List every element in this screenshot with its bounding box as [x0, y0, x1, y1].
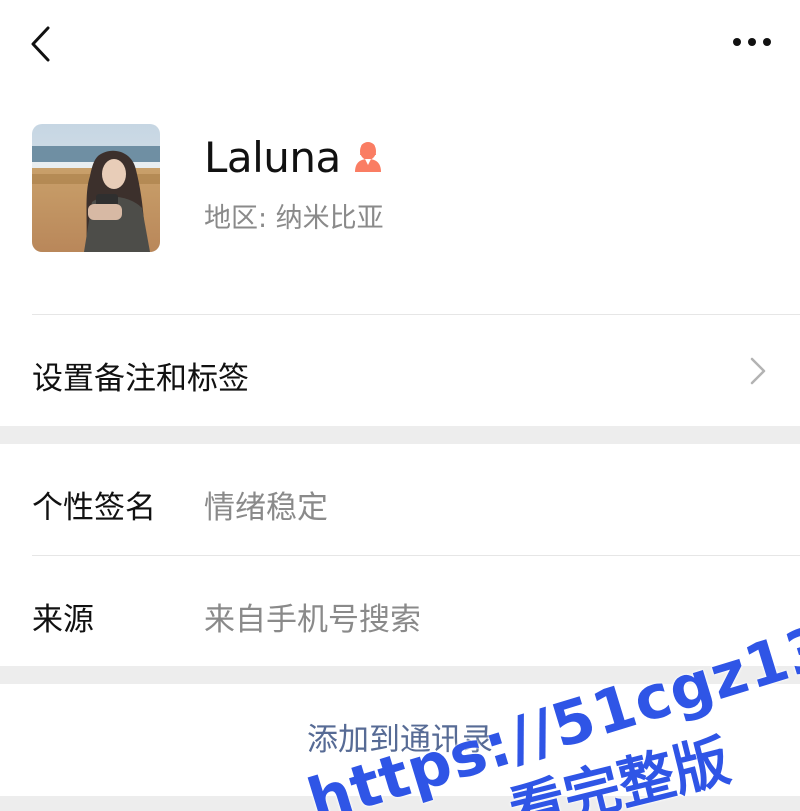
source-value: 来自手机号搜索 [204, 602, 421, 638]
section-gap [0, 426, 800, 444]
chevron-left-icon [31, 26, 50, 62]
region-text: 地区: 纳米比亚 [204, 203, 384, 234]
signature-row: 个性签名 情绪稳定 [0, 444, 800, 555]
remark-tags-label: 设置备注和标签 [32, 361, 249, 397]
add-to-contacts-button[interactable]: 添加到通讯录 [0, 684, 800, 796]
section-gap [0, 666, 800, 684]
profile-page: Laluna 地区: 纳米比亚 设置备注和标签 个性签名 情绪稳定 来源 来自手… [0, 0, 800, 811]
section-gap [0, 796, 800, 811]
display-name: Laluna [204, 132, 341, 182]
remark-tags-row[interactable]: 设置备注和标签 [0, 315, 800, 426]
chevron-right-icon [748, 355, 768, 387]
source-label: 来源 [32, 602, 94, 638]
top-bar [0, 0, 800, 90]
profile-header: Laluna 地区: 纳米比亚 [0, 100, 800, 314]
more-horizontal-icon [733, 38, 771, 46]
name-row: Laluna [204, 130, 385, 184]
back-button[interactable] [18, 22, 62, 66]
source-row: 来源 来自手机号搜索 [0, 556, 800, 666]
signature-value: 情绪稳定 [204, 490, 328, 526]
avatar[interactable] [32, 124, 160, 252]
female-icon [351, 139, 385, 175]
avatar-photo [32, 124, 160, 252]
more-button[interactable] [724, 20, 780, 64]
signature-label: 个性签名 [32, 490, 156, 526]
